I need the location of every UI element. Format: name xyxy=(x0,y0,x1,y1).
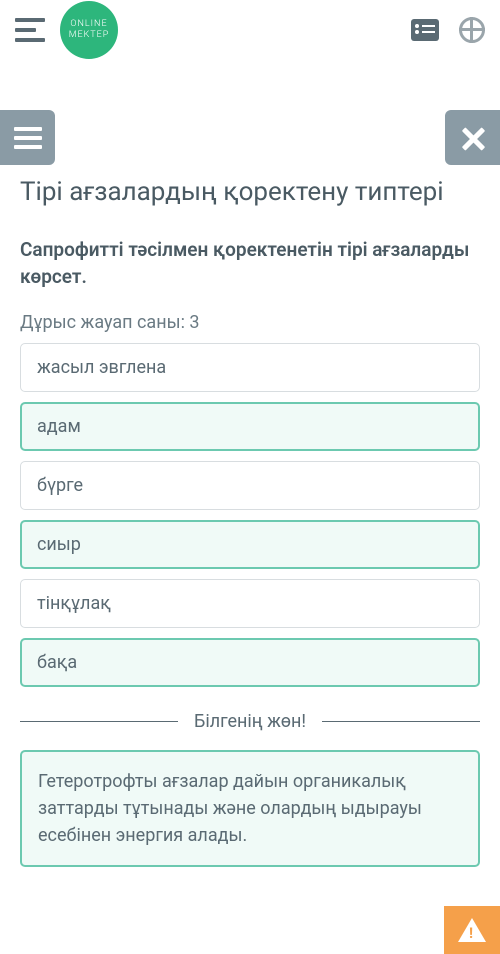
option-2[interactable]: бүрге xyxy=(20,461,480,510)
logo-line1: ONLINE xyxy=(70,19,107,30)
option-4[interactable]: тінқұлақ xyxy=(20,579,480,628)
close-button[interactable] xyxy=(445,110,500,165)
nav-bar xyxy=(0,110,500,165)
divider-line-left xyxy=(20,721,178,722)
logo-line2: MEKTEP xyxy=(69,30,110,41)
menu-icon[interactable] xyxy=(15,18,45,42)
logo[interactable]: ONLINE MEKTEP xyxy=(60,1,118,59)
top-bar: ONLINE MEKTEP xyxy=(0,0,500,60)
option-0[interactable]: жасыл эвглена xyxy=(20,343,480,392)
page-title: Тірі ағзалардың қоректену типтері xyxy=(20,177,480,207)
answer-count-hint: Дұрыс жауап саны: 3 xyxy=(20,312,480,333)
divider-section: Білгенің жөн! xyxy=(20,711,480,732)
warning-icon xyxy=(458,918,486,942)
option-1[interactable]: адам xyxy=(20,402,480,451)
close-icon xyxy=(460,125,486,151)
info-box: Гетеротрофты ағзалар дайын органикалық з… xyxy=(20,750,480,867)
globe-icon[interactable] xyxy=(459,17,485,43)
option-5[interactable]: бақа xyxy=(20,638,480,687)
divider-line-right xyxy=(322,721,480,722)
divider-text: Білгенің жөн! xyxy=(178,711,322,732)
content: Тірі ағзалардың қоректену типтері Сапроф… xyxy=(0,177,500,867)
list-icon[interactable] xyxy=(411,19,439,41)
top-left: ONLINE MEKTEP xyxy=(15,1,118,59)
sidebar-menu-button[interactable] xyxy=(0,110,55,165)
question-text: Сапрофитті тәсілмен қоректенетін тірі ағ… xyxy=(20,237,480,290)
option-3[interactable]: сиыр xyxy=(20,520,480,569)
hamburger-icon xyxy=(14,127,42,149)
warning-badge[interactable] xyxy=(444,906,500,954)
top-right xyxy=(411,17,485,43)
